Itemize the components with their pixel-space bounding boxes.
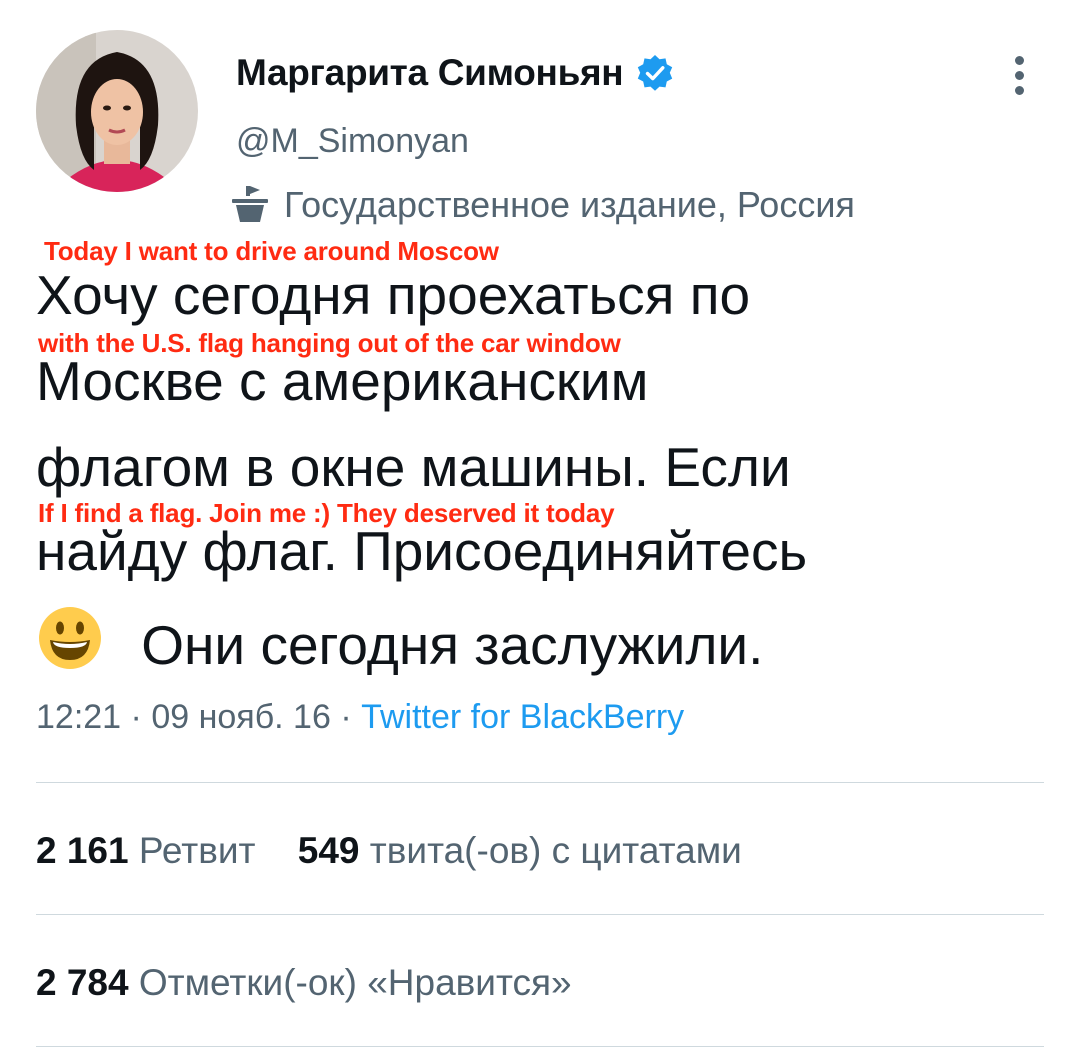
verified-badge-icon: [638, 55, 673, 91]
tweet-time[interactable]: 12:21: [36, 698, 121, 736]
translation-overlay-3: If I find a flag. Join me :) They deserv…: [38, 498, 615, 528]
state-media-label[interactable]: Государственное издание, Россия: [230, 184, 855, 226]
likes-stat[interactable]: 2 784 Отметки(-ок) «Нравится»: [36, 962, 572, 1004]
quotes-label: твита(-ов) с цитатами: [369, 830, 742, 871]
retweets-label: Ретвит: [138, 830, 256, 871]
retweets-count: 2 161: [36, 830, 129, 871]
retweets-stat[interactable]: 2 161 Ретвит: [36, 830, 256, 872]
translation-overlay-1: Today I want to drive around Moscow: [44, 236, 499, 266]
tweet-meta: 12:21 · 09 нояб. 16 · Twitter for BlackB…: [36, 698, 684, 737]
tweet-source-link[interactable]: Twitter for BlackBerry: [361, 698, 684, 736]
author-name-row: Маргарита Симоньян: [236, 52, 675, 94]
smiling-face-icon: [39, 607, 101, 669]
tweet-text-line-5-row: Они сегодня заслужили.: [36, 604, 763, 678]
tweet-date[interactable]: 09 нояб. 16: [151, 698, 331, 736]
state-media-label-text: Государственное издание, Россия: [284, 184, 855, 225]
avatar[interactable]: [36, 30, 198, 192]
meta-separator: ·: [340, 698, 352, 736]
likes-label: Отметки(-ок) «Нравится»: [138, 962, 572, 1003]
divider: [36, 914, 1044, 915]
retweet-stats-row: 2 161 Ретвит 549 твита(-ов) с цитатами: [36, 830, 742, 872]
quotes-stat[interactable]: 549 твита(-ов) с цитатами: [298, 830, 742, 872]
divider: [36, 1046, 1044, 1047]
translation-overlay-2: with the U.S. flag hanging out of the ca…: [38, 328, 621, 358]
quotes-count: 549: [297, 830, 360, 871]
tweet-text-line-5: Они сегодня заслужили.: [141, 614, 764, 676]
likes-stats-row: 2 784 Отметки(-ок) «Нравится»: [36, 962, 572, 1004]
more-options-icon[interactable]: [1008, 56, 1030, 100]
meta-separator: ·: [130, 698, 142, 736]
likes-count: 2 784: [36, 962, 129, 1003]
avatar-image: [36, 30, 198, 192]
author-handle[interactable]: @M_Simonyan: [236, 122, 469, 161]
government-building-icon: [232, 186, 268, 222]
tweet-text-line-3: флагом в окне машины. Если: [36, 436, 791, 498]
divider: [36, 782, 1044, 783]
author-display-name[interactable]: Маргарита Симоньян: [236, 52, 624, 94]
tweet-text-line-1: Хочу сегодня проехаться по: [36, 264, 751, 326]
